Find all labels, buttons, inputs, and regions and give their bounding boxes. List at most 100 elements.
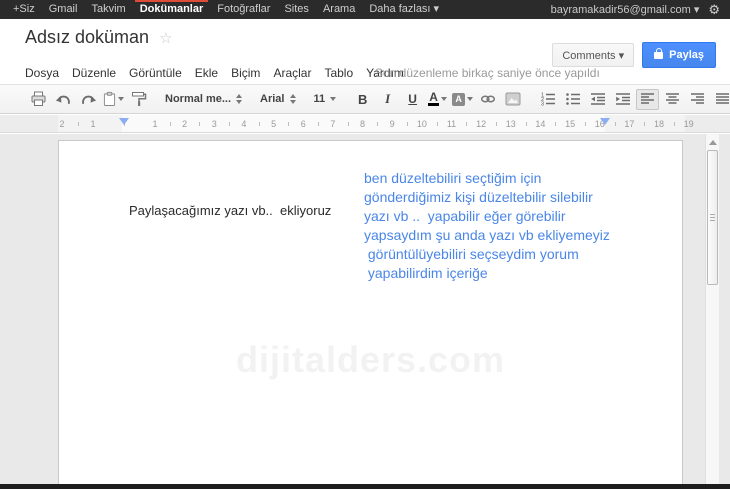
menu-item-araclar[interactable]: Araçlar (273, 66, 311, 80)
doc-text-line[interactable]: gönderdiğimiz kişi düzeltebilir silebili… (364, 188, 610, 207)
document-page[interactable]: Paylaşacağımız yazı vb.. ekliyoruz ben d… (58, 140, 683, 484)
doc-text-line[interactable]: yazı vb .. yapabilir eğer görebilir (364, 207, 610, 226)
italic-button[interactable]: I (376, 89, 399, 110)
ruler-tick (644, 122, 646, 126)
ruler-number: 14 (535, 119, 546, 129)
scroll-up-arrow-icon[interactable] (706, 136, 719, 148)
font-dropdown[interactable]: Arial (256, 89, 299, 110)
decrease-indent-button[interactable] (586, 89, 609, 110)
doc-text-line[interactable]: yapsaydım şu anda yazı vb ekliyemeyiz (364, 226, 610, 245)
bold-button[interactable]: B (351, 89, 374, 110)
ruler-tick (407, 122, 409, 126)
chevron-down-icon (467, 97, 474, 101)
google-docs-window: +Siz Gmail Takvim Dokümanlar Fotoğraflar Site… (0, 0, 730, 489)
last-edit-status[interactable]: Son düzenleme birkaç saniye önce yapıldı (375, 66, 600, 80)
ruler-number: 18 (654, 119, 665, 129)
google-topbar: +Siz Gmail Takvim Dokümanlar Fotoğraflar Site… (0, 0, 730, 19)
account-menu[interactable]: bayramakadir56@gmail.com ▾ (551, 3, 700, 16)
menu-item-dosya[interactable]: Dosya (25, 66, 59, 80)
menu-item-duzenle[interactable]: Düzenle (72, 66, 116, 80)
topbar-item-sites[interactable]: Sites (277, 0, 315, 19)
svg-text:3: 3 (541, 102, 544, 107)
align-justify-button[interactable] (711, 89, 730, 110)
ruler-tick (555, 122, 557, 126)
bottom-bar (0, 484, 730, 489)
increase-indent-icon (615, 93, 630, 105)
topbar-item-fotograflar[interactable]: Fotoğraflar (210, 0, 277, 19)
comments-button-label: Comments ▾ (562, 49, 625, 62)
doc-text-line[interactable]: görüntülüyebiliri seçseydim yorum (364, 245, 610, 264)
menu-item-goruntule[interactable]: Görüntüle (129, 66, 182, 80)
ruler-tick (495, 122, 497, 126)
styles-dropdown[interactable]: Normal me... (161, 89, 246, 110)
ruler-tick (77, 122, 79, 126)
ruler-tick (584, 122, 586, 126)
ruler-number: 8 (360, 119, 366, 129)
right-indent-marker[interactable] (600, 118, 610, 125)
text-color-button[interactable]: A (426, 89, 449, 110)
align-center-icon (665, 93, 679, 104)
insert-image-button[interactable] (501, 89, 524, 110)
web-clipboard-button[interactable] (102, 89, 125, 110)
bulleted-list-button[interactable] (561, 89, 584, 110)
topbar-item-takvim[interactable]: Takvim (84, 0, 132, 19)
topbar-item-dokumanlar[interactable]: Dokümanlar (133, 0, 211, 19)
ruler-tick (318, 122, 320, 126)
ruler-number: 17 (624, 119, 635, 129)
topbar-nav: +Siz Gmail Takvim Dokümanlar Fotoğraflar Site… (6, 0, 446, 19)
align-center-button[interactable] (661, 89, 684, 110)
redo-button[interactable] (77, 89, 100, 110)
highlight-color-button[interactable]: A (451, 89, 474, 110)
title-row: Adsız doküman ☆ (25, 27, 173, 48)
ruler-tick (377, 122, 379, 126)
clipboard-icon (103, 91, 116, 106)
doc-text-line[interactable]: ben düzeltebiliri seçtiğim için (364, 169, 610, 188)
font-size-dropdown[interactable]: 11 (310, 89, 341, 110)
numbered-list-button[interactable]: 123 (536, 89, 559, 110)
align-left-icon (640, 93, 654, 104)
ruler: 2 1 1 2 3 4 5 6 7 8 9 10 11 12 13 14 15 16 17 18 19 (0, 115, 730, 133)
star-icon[interactable]: ☆ (159, 29, 172, 47)
print-icon (31, 91, 46, 106)
ruler-number: 2 (59, 119, 65, 129)
increase-indent-button[interactable] (611, 89, 634, 110)
ruler-number: 15 (565, 119, 576, 129)
align-right-icon (690, 93, 704, 104)
scrollbar-thumb[interactable] (707, 150, 718, 285)
topbar-item-arama[interactable]: Arama (316, 0, 362, 19)
topbar-item-gmail[interactable]: Gmail (42, 0, 85, 19)
redo-icon (82, 95, 97, 104)
chevron-down-icon (440, 97, 447, 101)
ruler-tick (169, 122, 171, 126)
paint-roller-icon (131, 92, 146, 106)
ruler-tick (199, 122, 201, 126)
menu-item-bicim[interactable]: Biçim (231, 66, 260, 80)
font-size-value: 11 (313, 93, 326, 105)
document-title[interactable]: Adsız doküman (25, 27, 149, 48)
ruler-number: 2 (182, 119, 188, 129)
gear-icon[interactable]: ⚙ (708, 0, 720, 19)
print-button[interactable] (27, 89, 50, 110)
align-left-button[interactable] (636, 88, 660, 110)
up-down-arrows-icon (236, 94, 243, 104)
image-icon (505, 92, 521, 106)
undo-button[interactable] (52, 89, 75, 110)
topbar-item-siz[interactable]: +Siz (6, 0, 42, 19)
ruler-number: 13 (505, 119, 516, 129)
paint-format-button[interactable] (127, 89, 150, 110)
left-indent-marker[interactable] (119, 118, 129, 125)
doc-text-blue-block[interactable]: ben düzeltebiliri seçtiğim için gönderdiğ… (364, 169, 610, 283)
vertical-scrollbar[interactable] (705, 134, 719, 484)
doc-text-line[interactable]: yapabilirdim içeriğe (364, 264, 610, 283)
ruler-number: 7 (330, 119, 336, 129)
underline-button[interactable]: U (401, 89, 424, 110)
doc-text-left[interactable]: Paylaşacağımız yazı vb.. ekliyoruz (129, 203, 331, 218)
chevron-down-icon (118, 97, 124, 101)
lock-icon (654, 47, 664, 59)
menu-item-ekle[interactable]: Ekle (195, 66, 218, 80)
toolbar: Normal me... Arial 11 B I U A A 1 2 3 (0, 84, 730, 114)
menu-item-tablo[interactable]: Tablo (324, 66, 353, 80)
align-right-button[interactable] (686, 89, 709, 110)
insert-link-button[interactable] (476, 89, 499, 110)
topbar-item-daha-fazlas[interactable]: Daha fazlası ▾ (362, 0, 446, 19)
